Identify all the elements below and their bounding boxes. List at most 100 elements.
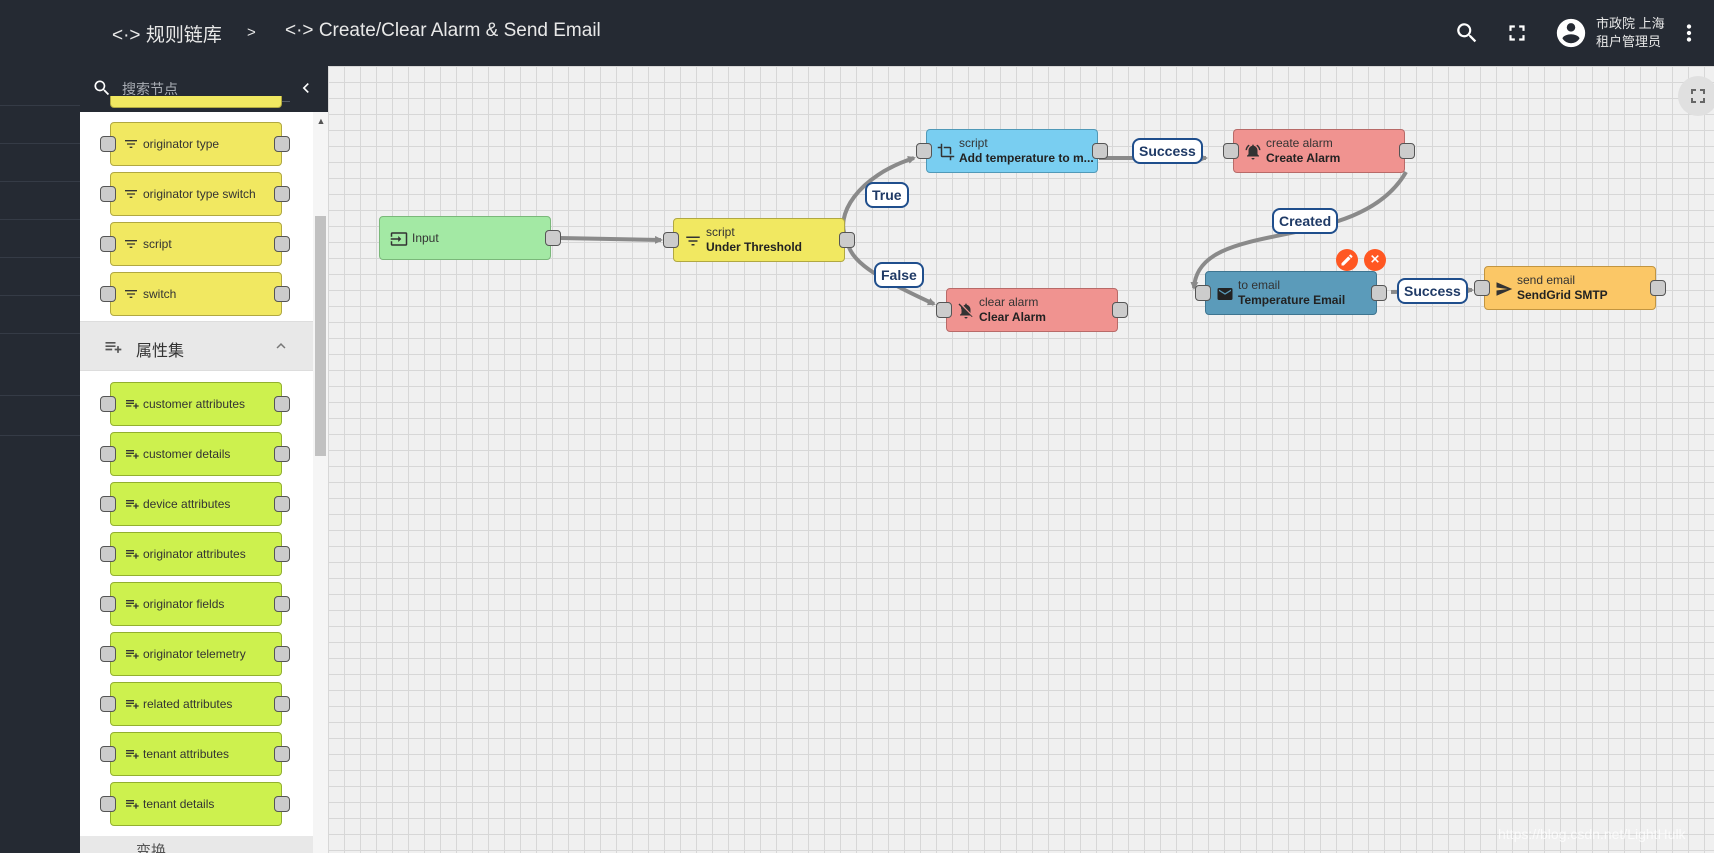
input-port [100,136,116,152]
output-port[interactable] [839,232,855,248]
more-vert-icon[interactable] [1676,20,1702,46]
input-port[interactable] [1474,280,1490,296]
link-input-threshold[interactable] [559,235,663,244]
connection-layer [559,154,1474,306]
node-sendgrid-smtp[interactable]: send email SendGrid SMTP [1474,266,1666,310]
edit-icon [1341,254,1353,266]
node-name: Clear Alarm [979,310,1046,324]
scroll-up-arrow-icon[interactable]: ▲ [316,116,326,126]
transform-icon [937,143,955,161]
left-nav [0,0,80,853]
nav-divider [0,295,80,296]
link-label-false[interactable]: False [874,262,924,288]
library-node-label: originator fields [143,597,225,611]
library-node[interactable]: switch [100,272,290,316]
filter-icon [123,136,139,152]
node-input[interactable]: Input [379,216,561,260]
search-icon[interactable] [1454,20,1480,46]
output-port [274,186,290,202]
output-port [274,696,290,712]
chevron-up-icon[interactable] [272,337,290,360]
output-port[interactable] [1371,285,1387,301]
rule-chain-canvas[interactable]: Input script Under Threshold script Add … [328,66,1714,853]
node-label: Input [412,231,439,245]
fullscreen-icon[interactable] [1504,20,1530,46]
section-title: 属性集 [136,343,185,360]
link-label-success[interactable]: Success [1132,138,1203,164]
input-port[interactable] [916,143,932,159]
input-port [100,696,116,712]
library-node[interactable]: script [100,222,290,266]
output-port[interactable] [545,230,561,246]
output-port[interactable] [1399,143,1415,159]
link-label-created[interactable]: Created [1272,208,1339,234]
library-node-partial[interactable] [110,96,282,108]
library-node-label: originator telemetry [143,647,246,661]
close-icon [1371,255,1379,263]
library-node[interactable]: originator fields [100,582,290,626]
output-port[interactable] [1650,280,1666,296]
link-label-true[interactable]: True [865,182,909,208]
link-label-success[interactable]: Success [1397,278,1468,304]
transformation-section-header[interactable]: 变换 [80,836,313,853]
nav-divider [0,219,80,220]
library-node-label: script [143,237,172,251]
library-node[interactable]: customer attributes [100,382,290,426]
playlist-add-icon [123,496,139,512]
input-port[interactable] [1223,143,1239,159]
library-node[interactable]: originator type [100,122,290,166]
input-port [100,546,116,562]
chevron-left-icon[interactable] [296,78,316,103]
nav-divider [0,143,80,144]
library-node[interactable]: originator telemetry [100,632,290,676]
nav-divider [0,181,80,182]
filter-icon [123,186,139,202]
node-create-alarm[interactable]: create alarm Create Alarm [1223,129,1415,173]
input-port[interactable] [1195,285,1211,301]
input-port [100,796,116,812]
node-temperature-email[interactable]: to email Temperature Email [1195,271,1387,315]
breadcrumb-root[interactable]: <·> 规则链库 [112,20,222,47]
node-clear-alarm[interactable]: clear alarm Clear Alarm [936,288,1128,332]
library-node-label: tenant details [143,797,215,811]
section-title: 变换 [136,843,167,853]
user-name: 市政院 上海 [1596,16,1665,31]
library-node[interactable]: related attributes [100,682,290,726]
top-bar: <·> 规则链库 > <·> Create/Clear Alarm & Send… [80,0,1714,66]
breadcrumb-current: <·> Create/Clear Alarm & Send Email [285,20,601,42]
node-name: Under Threshold [706,240,803,254]
output-port [274,746,290,762]
node-add-temperature[interactable]: script Add temperature to m... [916,129,1108,173]
input-port [100,446,116,462]
input-port[interactable] [936,302,952,318]
edit-node-button[interactable] [1336,249,1358,271]
output-port [274,396,290,412]
playlist-add-icon [123,596,139,612]
sidebar-scrollbar-thumb[interactable] [315,216,326,456]
input-port [100,186,116,202]
library-node[interactable]: originator attributes [100,532,290,576]
canvas-fullscreen-button[interactable] [1678,76,1714,116]
playlist-add-icon [102,337,124,362]
user-info[interactable]: 市政院 上海 租户管理员 [1596,15,1665,51]
library-node[interactable]: tenant details [100,782,290,826]
input-port [100,646,116,662]
node-under-threshold[interactable]: script Under Threshold [663,218,855,262]
node-name: Add temperature to m... [959,151,1094,165]
library-node[interactable]: customer details [100,432,290,476]
library-node[interactable]: originator type switch [100,172,290,216]
output-port [274,796,290,812]
account-icon[interactable] [1554,16,1588,50]
enrichment-section-header[interactable]: 属性集 [80,321,313,371]
library-node[interactable]: device attributes [100,482,290,526]
node-type: to email [1238,278,1281,292]
output-port[interactable] [1112,302,1128,318]
user-role: 租户管理员 [1596,34,1662,49]
breadcrumb-root-label: 规则链库 [145,25,222,46]
send-icon [1495,280,1513,298]
fullscreen-icon [1691,89,1705,103]
library-node[interactable]: tenant attributes [100,732,290,776]
output-port[interactable] [1092,143,1108,159]
input-port[interactable] [663,232,679,248]
delete-node-button[interactable] [1364,249,1386,271]
